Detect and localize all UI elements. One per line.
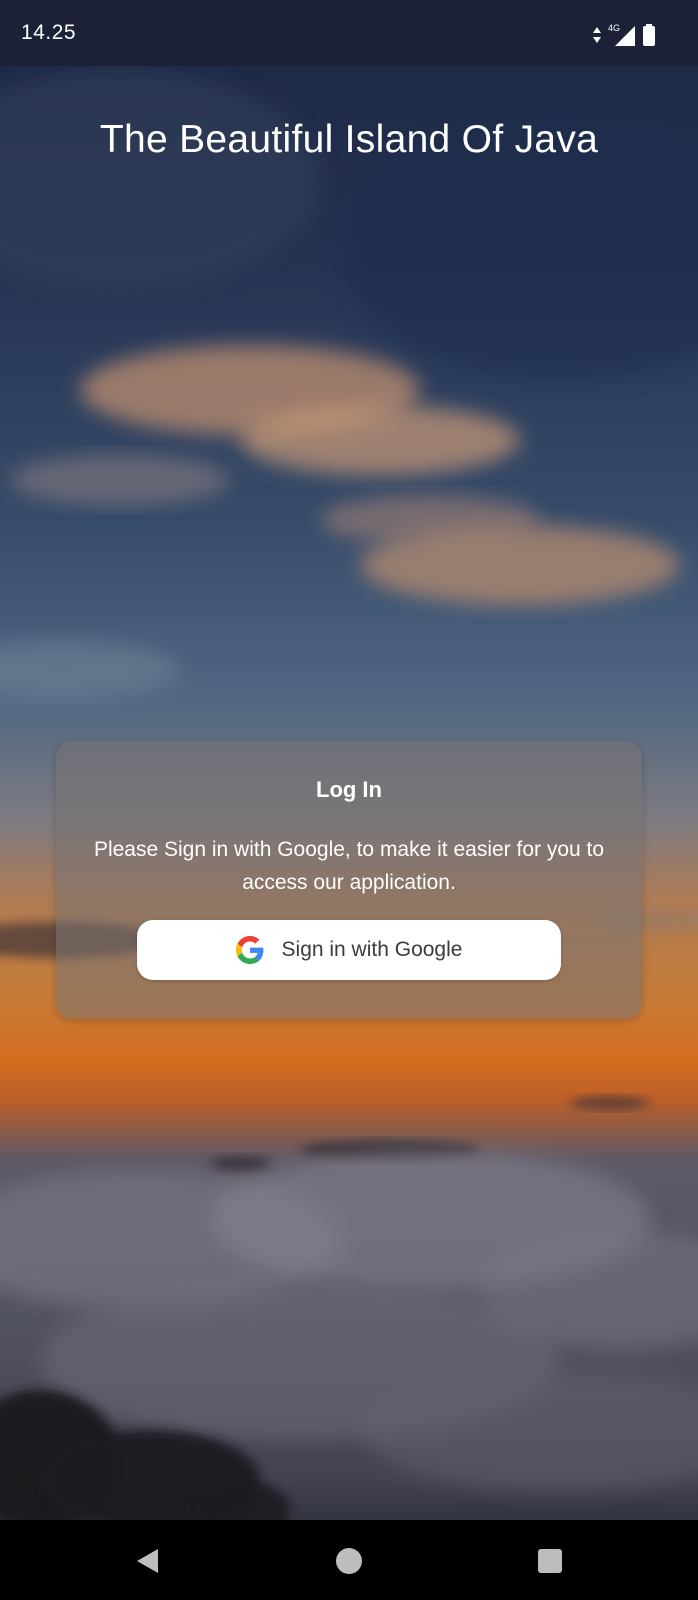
network-type-label: 4G bbox=[608, 23, 620, 33]
status-time: 14.25 bbox=[21, 21, 77, 44]
signal-4g-icon: 4G bbox=[608, 23, 636, 47]
google-sign-in-label: Sign in with Google bbox=[281, 938, 463, 961]
recents-icon[interactable] bbox=[535, 1546, 565, 1576]
navigation-bar bbox=[0, 1520, 698, 1600]
data-arrows-icon bbox=[592, 26, 602, 44]
login-card: Log In Please Sign in with Google, to ma… bbox=[56, 741, 642, 1019]
google-logo-icon bbox=[235, 936, 264, 964]
battery-icon bbox=[642, 23, 656, 47]
home-icon[interactable] bbox=[334, 1546, 364, 1576]
google-sign-in-button[interactable]: Sign in with Google bbox=[137, 920, 561, 980]
login-description: Please Sign in with Google, to make it e… bbox=[93, 838, 605, 894]
back-icon[interactable] bbox=[133, 1546, 163, 1576]
status-bar: 14.25 4G bbox=[0, 0, 698, 66]
page-title: The Beautiful Island Of Java bbox=[99, 118, 599, 161]
login-title: Log In bbox=[316, 777, 382, 802]
status-icons: 4G bbox=[592, 22, 656, 48]
login-screen: 14.25 4G The Beautiful Island Of Java Lo… bbox=[0, 0, 698, 1600]
